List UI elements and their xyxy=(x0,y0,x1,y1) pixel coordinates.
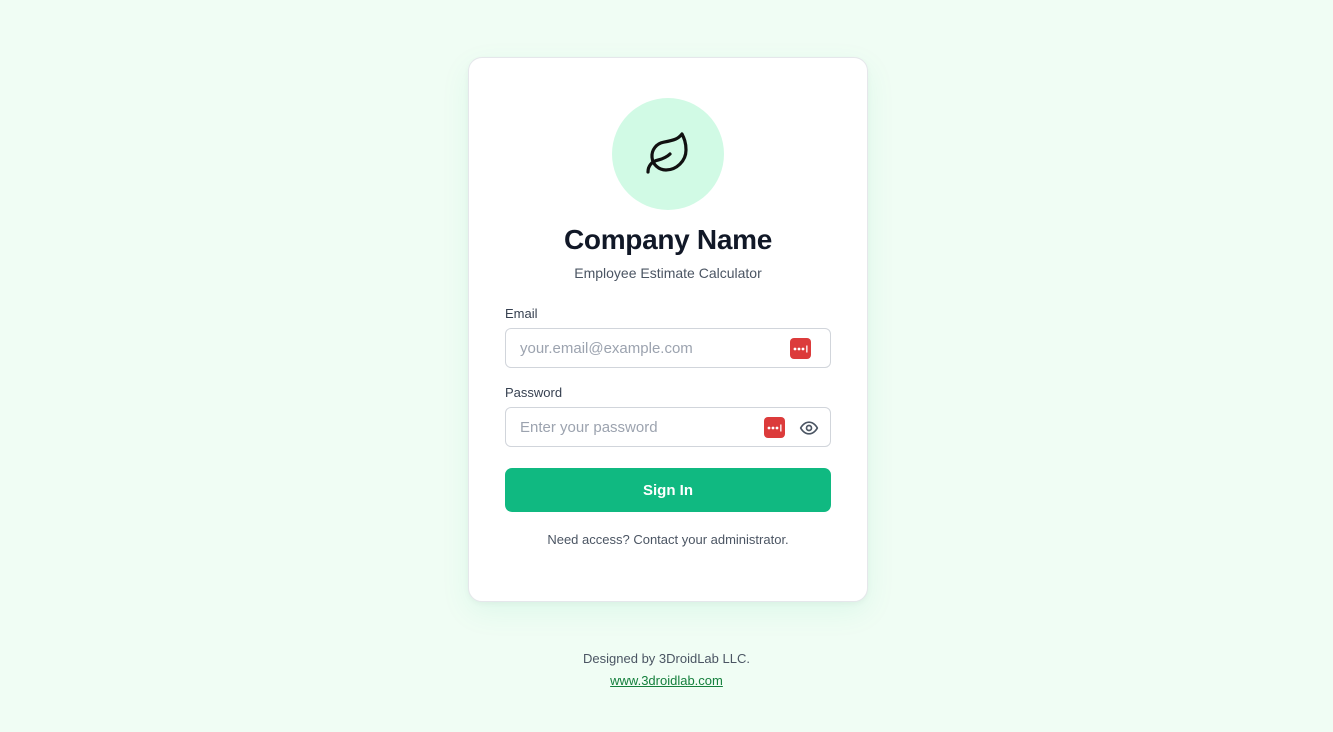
footer-website-link[interactable]: www.3droidlab.com xyxy=(610,673,723,688)
login-card: Company Name Employee Estimate Calculato… xyxy=(468,57,868,602)
logo xyxy=(612,98,724,210)
footer-credit: Designed by 3DroidLab LLC. xyxy=(583,651,750,666)
footer-link-wrapper: www.3droidlab.com xyxy=(0,673,1333,688)
company-name: Company Name xyxy=(563,224,772,255)
password-manager-icon[interactable] xyxy=(790,338,811,359)
leaf-icon xyxy=(646,132,688,174)
app-tagline: Employee Estimate Calculator xyxy=(574,265,762,281)
email-label: Email xyxy=(505,306,538,321)
sign-in-button[interactable]: Sign In xyxy=(505,468,831,512)
help-text: Need access? Contact your administrator. xyxy=(547,532,789,547)
password-manager-icon[interactable] xyxy=(764,417,785,438)
email-field[interactable] xyxy=(506,329,830,367)
email-field-wrapper xyxy=(505,328,831,368)
password-label: Password xyxy=(505,385,563,400)
password-field-wrapper xyxy=(505,407,831,447)
eye-icon[interactable] xyxy=(798,417,820,439)
